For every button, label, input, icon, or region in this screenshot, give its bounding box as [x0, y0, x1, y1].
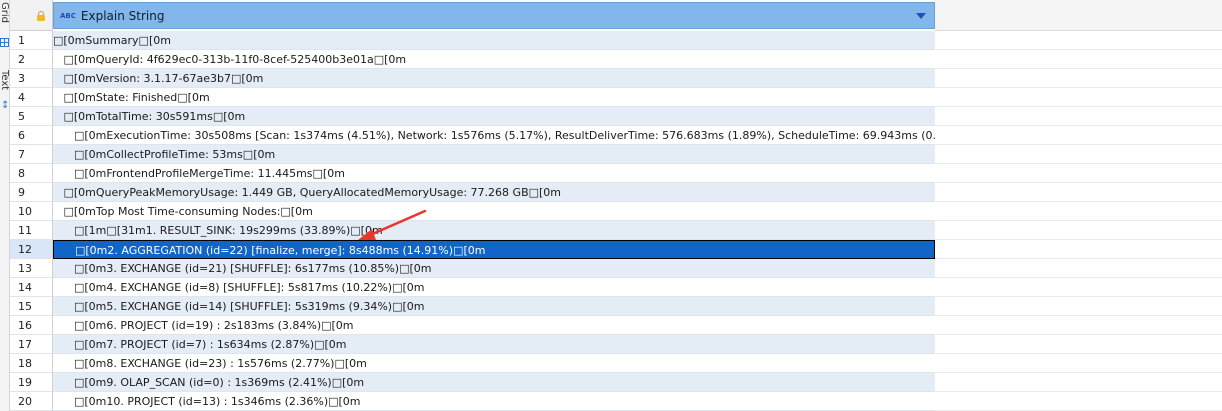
- explain-string-cell[interactable]: □[0mTop Most Time-consuming Nodes:□[0m: [53, 202, 935, 221]
- row-number[interactable]: 16: [10, 316, 53, 335]
- lock-icon: [37, 11, 45, 21]
- explain-string-cell[interactable]: □[0m2. AGGREGATION (id=22) [finalize, me…: [53, 240, 935, 259]
- empty-grid-area: [935, 297, 1222, 316]
- explain-string-cell[interactable]: □[0m9. OLAP_SCAN (id=0) : 1s369ms (2.41%…: [53, 373, 935, 392]
- table-row[interactable]: 9 □[0mQueryPeakMemoryUsage: 1.449 GB, Qu…: [10, 183, 1222, 202]
- table-row[interactable]: 2 □[0mQueryId: 4f629ec0-313b-11f0-8cef-5…: [10, 50, 1222, 69]
- empty-grid-area: [935, 278, 1222, 297]
- empty-grid-area: [935, 69, 1222, 88]
- explain-string-cell[interactable]: □[0mQueryId: 4f629ec0-313b-11f0-8cef-525…: [53, 50, 935, 69]
- row-number[interactable]: 4: [10, 88, 53, 107]
- table-row[interactable]: 18 □[0m8. EXCHANGE (id=23) : 1s576ms (2.…: [10, 354, 1222, 373]
- column-header-explain-string[interactable]: ABC Explain String: [53, 2, 935, 29]
- explain-string-cell[interactable]: □[0mVersion: 3.1.17-67ae3b7□[0m: [53, 69, 935, 88]
- table-row[interactable]: 17 □[0m7. PROJECT (id=7) : 1s634ms (2.87…: [10, 335, 1222, 354]
- table-row[interactable]: 8 □[0mFrontendProfileMergeTime: 11.445ms…: [10, 164, 1222, 183]
- row-number[interactable]: 14: [10, 278, 53, 297]
- side-panel-tabs: Grid Text ↕: [0, 0, 10, 411]
- empty-grid-area: [935, 335, 1222, 354]
- result-grid: 1 □[0mSummary□[0m 2 □[0mQueryId: 4f629ec0-…: [10, 31, 1222, 411]
- table-row[interactable]: 10 □[0mTop Most Time-consuming Nodes:□[0…: [10, 202, 1222, 221]
- explain-string-cell[interactable]: □[0mExecutionTime: 30s508ms [Scan: 1s374…: [53, 126, 935, 145]
- row-header-corner[interactable]: [10, 0, 53, 31]
- table-row[interactable]: 20 □[0m10. PROJECT (id=13) : 1s346ms (2.…: [10, 392, 1222, 411]
- explain-string-cell[interactable]: □[0mTotalTime: 30s591ms□[0m: [53, 107, 935, 126]
- row-number[interactable]: 13: [10, 259, 53, 278]
- row-number[interactable]: 11: [10, 221, 53, 240]
- table-row[interactable]: 7 □[0mCollectProfileTime: 53ms□[0m: [10, 145, 1222, 164]
- row-number[interactable]: 6: [10, 126, 53, 145]
- explain-string-cell[interactable]: □[0m5. EXCHANGE (id=14) [SHUFFLE]: 5s319…: [53, 297, 935, 316]
- row-number[interactable]: 18: [10, 354, 53, 373]
- table-row[interactable]: 14 □[0m4. EXCHANGE (id=8) [SHUFFLE]: 5s8…: [10, 278, 1222, 297]
- string-type-icon: ABC: [60, 11, 76, 20]
- explain-string-cell[interactable]: □[0m6. PROJECT (id=19) : 2s183ms (3.84%)…: [53, 316, 935, 335]
- empty-grid-area: [935, 50, 1222, 69]
- empty-grid-area: [935, 221, 1222, 240]
- empty-grid-area: [935, 183, 1222, 202]
- explain-string-cell[interactable]: □[0m4. EXCHANGE (id=8) [SHUFFLE]: 5s817m…: [53, 278, 935, 297]
- row-number[interactable]: 12: [10, 240, 53, 259]
- empty-grid-area: [935, 259, 1222, 278]
- row-number[interactable]: 5: [10, 107, 53, 126]
- table-row[interactable]: 4 □[0mState: Finished□[0m: [10, 88, 1222, 107]
- empty-grid-area: [935, 240, 1222, 259]
- row-number[interactable]: 3: [10, 69, 53, 88]
- empty-grid-area: [935, 316, 1222, 335]
- empty-grid-area: [935, 88, 1222, 107]
- empty-grid-area: [935, 202, 1222, 221]
- header-empty-area: [935, 0, 1222, 31]
- row-number[interactable]: 20: [10, 392, 53, 411]
- empty-grid-area: [935, 126, 1222, 145]
- table-row[interactable]: 11 □[1m□[31m1. RESULT_SINK: 19s299ms (33…: [10, 221, 1222, 240]
- table-row[interactable]: 16 □[0m6. PROJECT (id=19) : 2s183ms (3.8…: [10, 316, 1222, 335]
- column-title: Explain String: [80, 8, 165, 23]
- empty-grid-area: [935, 392, 1222, 411]
- table-row[interactable]: 3 □[0mVersion: 3.1.17-67ae3b7□[0m: [10, 69, 1222, 88]
- table-row[interactable]: 5 □[0mTotalTime: 30s591ms□[0m: [10, 107, 1222, 126]
- explain-string-cell[interactable]: □[0mCollectProfileTime: 53ms□[0m: [53, 145, 935, 164]
- text-tab-label[interactable]: Text: [0, 70, 9, 90]
- table-row[interactable]: 12 □[0m2. AGGREGATION (id=22) [finalize,…: [10, 240, 1222, 259]
- table-row[interactable]: 13 □[0m3. EXCHANGE (id=21) [SHUFFLE]: 6s…: [10, 259, 1222, 278]
- row-number[interactable]: 17: [10, 335, 53, 354]
- expand-arrows-icon[interactable]: ↕: [1, 100, 9, 111]
- dropdown-arrow-icon[interactable]: [916, 13, 926, 19]
- empty-grid-area: [935, 373, 1222, 392]
- explain-string-cell[interactable]: □[0m7. PROJECT (id=7) : 1s634ms (2.87%)□…: [53, 335, 935, 354]
- explain-string-cell[interactable]: □[0m8. EXCHANGE (id=23) : 1s576ms (2.77%…: [53, 354, 935, 373]
- empty-grid-area: [935, 31, 1222, 50]
- table-row[interactable]: 15 □[0m5. EXCHANGE (id=14) [SHUFFLE]: 5s…: [10, 297, 1222, 316]
- empty-grid-area: [935, 107, 1222, 126]
- table-row[interactable]: 6 □[0mExecutionTime: 30s508ms [Scan: 1s3…: [10, 126, 1222, 145]
- row-number[interactable]: 1: [10, 31, 53, 50]
- explain-string-cell[interactable]: □[0mQueryPeakMemoryUsage: 1.449 GB, Quer…: [53, 183, 935, 202]
- table-row[interactable]: 1 □[0mSummary□[0m: [10, 31, 1222, 50]
- explain-string-cell[interactable]: □[0m3. EXCHANGE (id=21) [SHUFFLE]: 6s177…: [53, 259, 935, 278]
- empty-grid-area: [935, 164, 1222, 183]
- grid-icon[interactable]: [0, 38, 9, 47]
- explain-string-cell[interactable]: □[0m10. PROJECT (id=13) : 1s346ms (2.36%…: [53, 392, 935, 411]
- explain-string-cell[interactable]: □[0mSummary□[0m: [53, 31, 935, 50]
- empty-grid-area: [935, 354, 1222, 373]
- explain-string-cell[interactable]: □[1m□[31m1. RESULT_SINK: 19s299ms (33.89…: [53, 221, 935, 240]
- row-number[interactable]: 10: [10, 202, 53, 221]
- empty-grid-area: [935, 145, 1222, 164]
- row-number[interactable]: 15: [10, 297, 53, 316]
- table-row[interactable]: 19 □[0m9. OLAP_SCAN (id=0) : 1s369ms (2.…: [10, 373, 1222, 392]
- row-number[interactable]: 7: [10, 145, 53, 164]
- grid-tab-label[interactable]: Grid: [0, 2, 9, 23]
- explain-string-cell[interactable]: □[0mFrontendProfileMergeTime: 11.445ms□[…: [53, 164, 935, 183]
- row-number[interactable]: 19: [10, 373, 53, 392]
- row-number[interactable]: 2: [10, 50, 53, 69]
- row-number[interactable]: 9: [10, 183, 53, 202]
- explain-string-cell[interactable]: □[0mState: Finished□[0m: [53, 88, 935, 107]
- row-number[interactable]: 8: [10, 164, 53, 183]
